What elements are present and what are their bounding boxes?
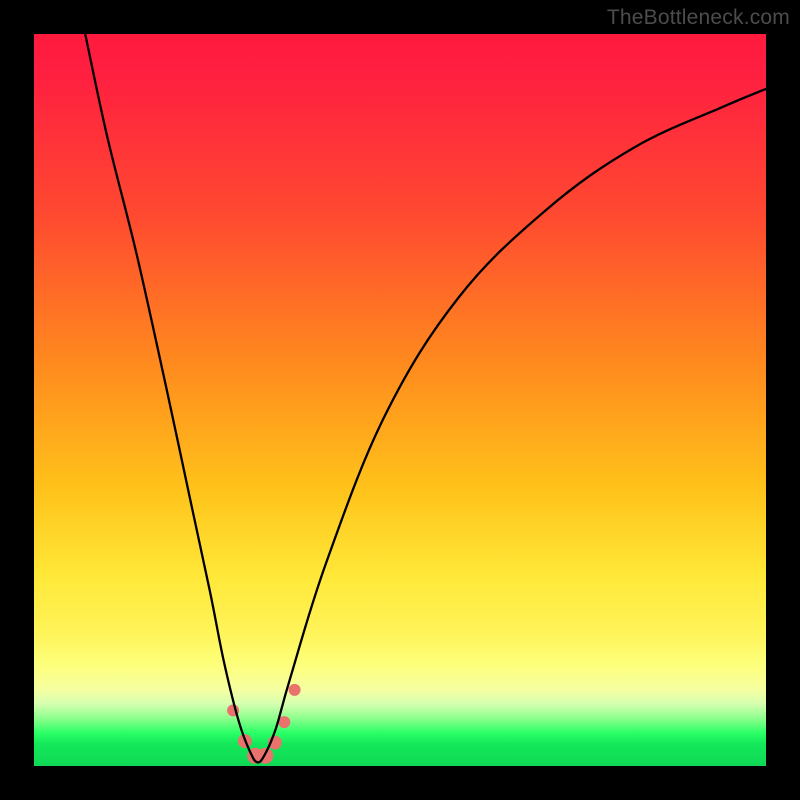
chart-svg [34, 34, 766, 766]
highlight-dot [289, 684, 301, 696]
bottleneck-curve-line [85, 34, 766, 762]
outer-black-frame: TheBottleneck.com [0, 0, 800, 800]
watermark-text: TheBottleneck.com [607, 6, 790, 30]
highlight-dots-group [227, 684, 301, 764]
plot-area [34, 34, 766, 766]
